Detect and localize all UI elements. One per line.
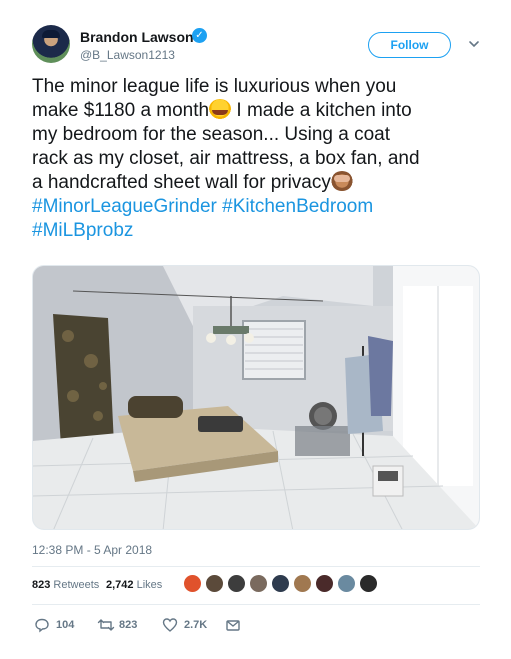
follow-button[interactable]: Follow [368,32,451,58]
tweet-line: rack as my closet, air mattress, a box f… [32,148,420,169]
avatar[interactable] [32,25,70,63]
liker-avatar[interactable] [227,574,246,593]
avatar-cap-shape [42,30,60,38]
tweet-photo[interactable] [32,265,480,530]
tweet-line-part: make $1180 a month [32,100,210,121]
tweet-text: The minor league life is luxurious when … [32,75,484,243]
like-stat[interactable]: 2,742 Likes [106,579,162,591]
tweet-line: a handcrafted sheet wall for privacy [32,171,484,195]
retweet-icon [97,619,115,631]
like-count: 2.7K [184,619,208,631]
tweet-line-part: a handcrafted sheet wall for privacy [32,172,331,193]
user-handle[interactable]: @B_Lawson1213 [80,48,175,62]
like-stat-count: 2,742 [106,579,134,591]
hashtag-link[interactable]: #MiLBprobz [32,220,133,241]
tweet-line-part: I made a kitchen into [231,100,412,121]
bedroom-photo-illustration [33,266,479,529]
tweet-line: The minor league life is luxurious when … [32,76,397,97]
tweet-card: Brandon Lawson ✓ @B_Lawson1213 Follow Th… [0,0,511,659]
tweet-line: make $1180 a month I made a kitchen into [32,99,484,123]
retweet-stat[interactable]: 823 Retweets [32,579,99,591]
liker-avatar[interactable] [359,574,378,593]
face-with-tears-of-joy-icon [209,99,232,119]
liker-avatar[interactable] [293,574,312,593]
liker-avatar[interactable] [271,574,290,593]
tweet-timestamp[interactable]: 12:38 PM - 5 Apr 2018 [32,543,152,557]
display-name[interactable]: Brandon Lawson [80,29,194,45]
retweet-count: 823 [119,619,138,631]
tweet-line: #MinorLeagueGrinder #KitchenBedroom [32,195,484,219]
verified-badge-icon: ✓ [192,28,207,43]
heart-icon [162,618,178,632]
divider [32,566,480,567]
hashtag-link[interactable]: #KitchenBedroom [222,196,373,217]
tweet-line: my bedroom for the season... Using a coa… [32,124,391,145]
retweet-stat-count: 823 [32,579,51,591]
tweet-line: #MiLBprobz [32,219,484,243]
liker-avatar[interactable] [183,574,202,593]
liker-avatar[interactable] [249,574,268,593]
hashtag-link[interactable]: #MinorLeagueGrinder [32,196,217,217]
reply-icon [35,618,49,633]
liker-avatar[interactable] [337,574,356,593]
see-no-evil-monkey-icon [330,171,353,191]
like-stat-label: Likes [136,579,163,591]
retweet-stat-label: Retweets [53,579,100,591]
liker-avatar[interactable] [205,574,224,593]
chevron-down-icon[interactable] [468,38,480,50]
envelope-icon [226,620,240,631]
reply-count: 104 [56,619,75,631]
divider [32,604,480,605]
liker-avatar[interactable] [315,574,334,593]
